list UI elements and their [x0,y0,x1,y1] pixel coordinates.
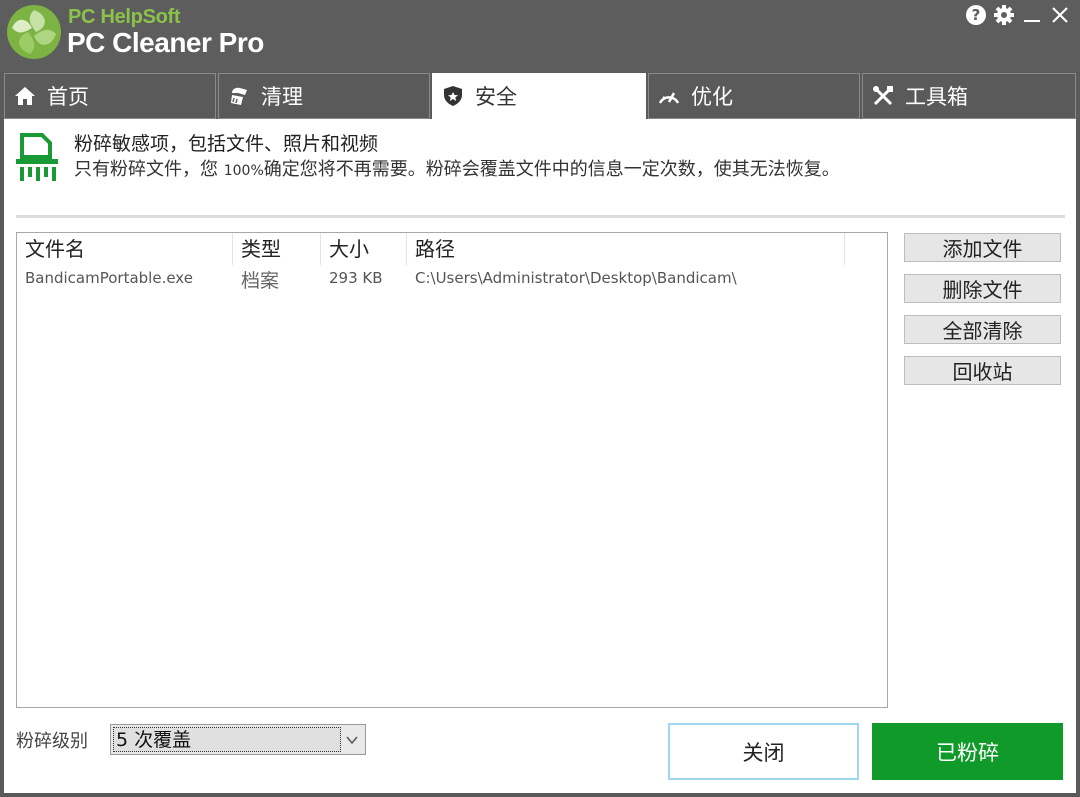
app-title: PC Cleaner Pro [67,27,264,58]
clear-all-button[interactable]: 全部清除 [904,315,1061,344]
tab-label: 清理 [261,85,303,109]
title-bar: PC HelpSoft PC Cleaner Pro ? [0,0,1080,72]
delete-file-button[interactable]: 删除文件 [904,274,1061,303]
tab-label: 工具箱 [905,85,968,109]
leaf-logo-icon [7,5,61,59]
desc-percent: 100% [223,163,264,179]
column-header-size[interactable]: 大小 [321,233,407,265]
close-button[interactable]: 关闭 [668,723,859,780]
close-icon[interactable] [1048,3,1072,27]
cell-name: BandicamPortable.exe [25,269,193,287]
cell-type: 档案 [241,270,280,292]
page-title: 粉碎敏感项，包括文件、照片和视频 [74,133,379,155]
gear-icon[interactable] [992,3,1016,27]
shred-level-value: 5 次覆盖 [113,727,341,752]
desc-part: 确定您将不再需要。粉碎会覆盖文件中的信息一定次数，使其无法恢复。 [263,159,840,180]
window-controls: ? [964,2,1072,28]
column-header-type[interactable]: 类型 [233,233,321,265]
tab-home[interactable]: 首页 [4,73,216,119]
shredder-icon [16,133,58,181]
desc-part: 只有粉碎文件，您 [74,159,224,180]
column-header-name[interactable]: 文件名 [17,233,233,265]
tools-icon [871,84,895,108]
minimize-icon[interactable] [1020,3,1044,27]
brand-company: PC HelpSoft [68,6,181,28]
shred-level-label: 粉碎级别 [16,731,88,752]
shield-icon [441,84,465,108]
page-description: 只有粉碎文件，您 100%确定您将不再需要。粉碎会覆盖文件中的信息一定次数，使其… [74,155,840,181]
tab-clean[interactable]: 清理 [218,73,430,119]
add-file-button[interactable]: 添加文件 [904,233,1061,262]
cell-size: 293 KB [329,269,383,287]
file-list[interactable]: 文件名 类型 大小 路径 BandicamPortable.exe 档案 293… [16,232,888,708]
recycle-bin-button[interactable]: 回收站 [904,356,1061,385]
help-icon[interactable]: ? [964,3,988,27]
broom-icon [227,84,251,108]
tab-label: 优化 [691,85,733,109]
main-tabs: 首页 清理 安全 优化 工具箱 [4,73,1076,119]
tab-label: 安全 [475,85,517,109]
tab-label: 首页 [47,85,89,109]
svg-text:?: ? [972,6,981,24]
home-icon [13,84,37,108]
tab-toolbox[interactable]: 工具箱 [862,73,1076,119]
speedometer-icon [657,84,681,108]
shred-button[interactable]: 已粉碎 [872,723,1063,780]
tab-security[interactable]: 安全 [432,73,646,119]
column-header-path[interactable]: 路径 [407,233,845,265]
divider [16,215,1065,218]
tab-optimize[interactable]: 优化 [648,73,860,119]
shred-level-select[interactable]: 5 次覆盖 [110,724,366,755]
security-panel: 粉碎敏感项，包括文件、照片和视频 只有粉碎文件，您 100%确定您将不再需要。粉… [4,119,1076,793]
cell-path: C:\Users\Administrator\Desktop\Bandicam\ [415,269,737,287]
chevron-down-icon [346,736,358,745]
